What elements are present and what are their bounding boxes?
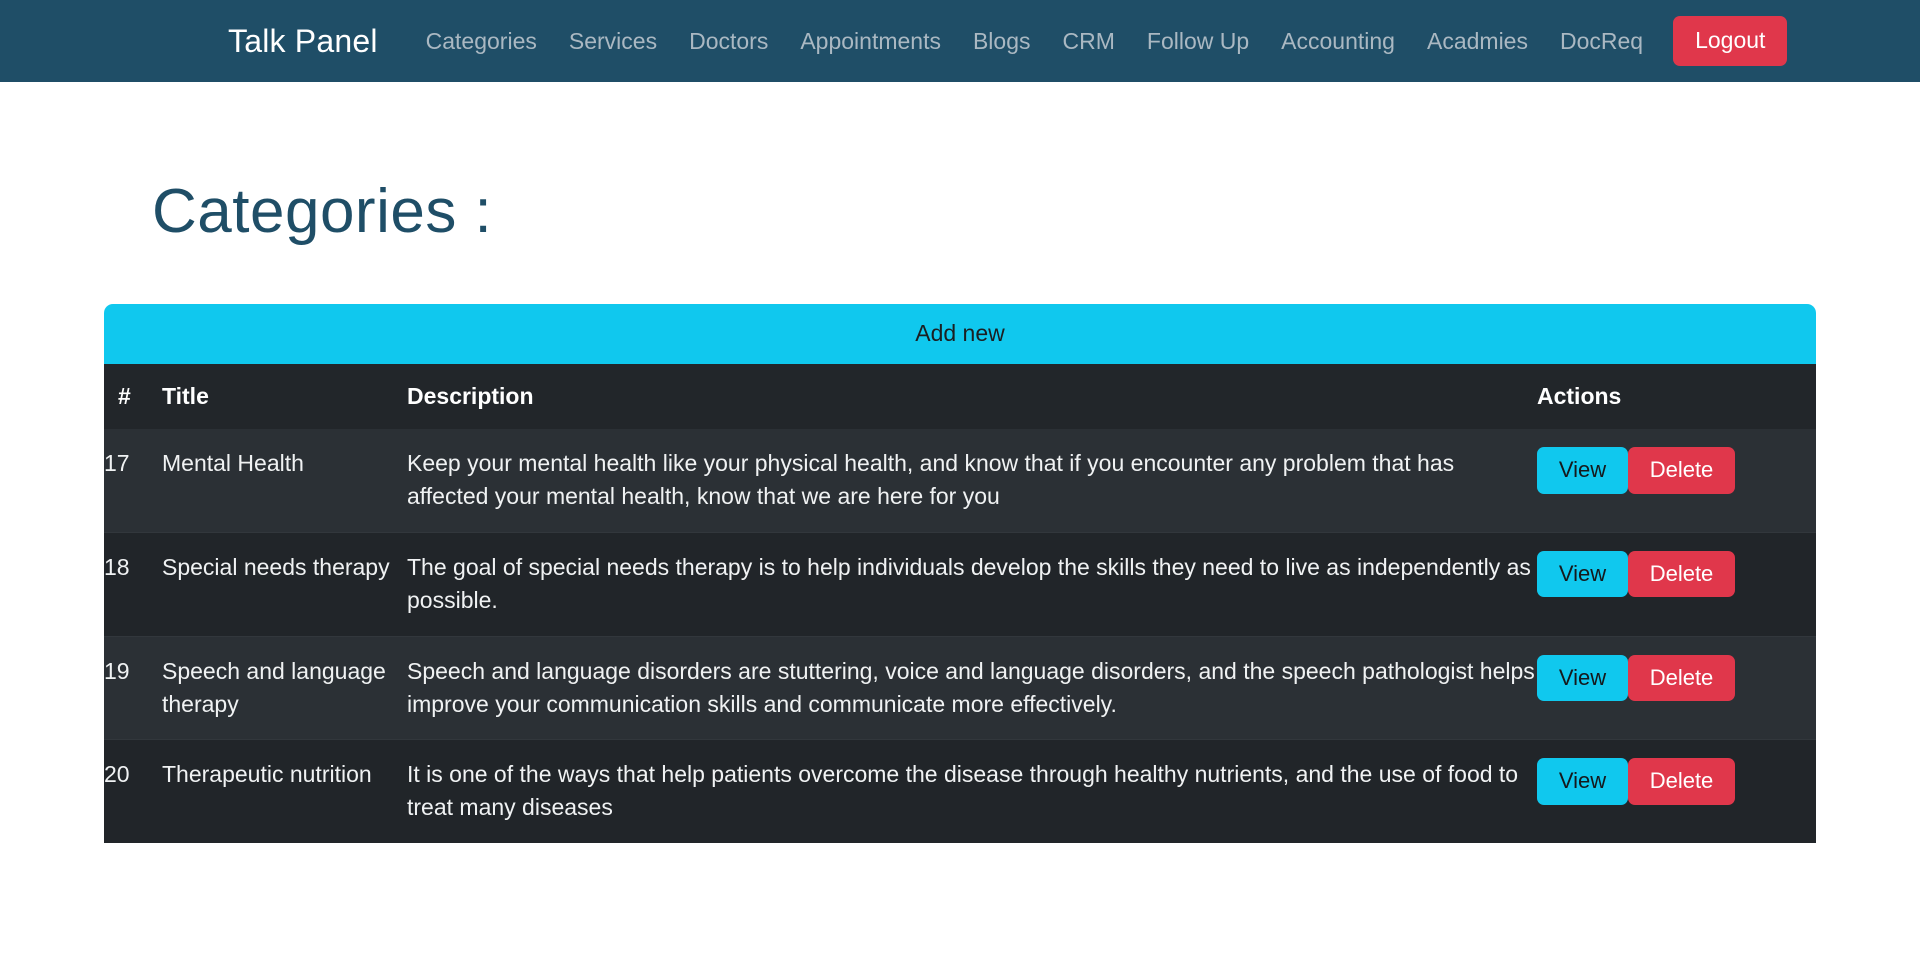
nav-item-services[interactable]: Services: [553, 18, 673, 65]
cell-title: Speech and language therapy: [162, 635, 407, 740]
action-button-group: View Delete: [1537, 758, 1816, 805]
nav-item-blogs[interactable]: Blogs: [957, 18, 1047, 65]
table-row: 18 Special needs therapy The goal of spe…: [104, 531, 1816, 637]
navbar-links: Categories Services Doctors Appointments…: [410, 16, 1788, 66]
cell-description: It is one of the ways that help patients…: [407, 739, 1537, 844]
categories-table: # Title Description Actions 17 Mental He…: [104, 364, 1816, 844]
table-header-row: # Title Description Actions: [104, 364, 1816, 430]
column-header-actions: Actions: [1537, 364, 1816, 430]
column-header-title: Title: [162, 364, 407, 430]
column-header-number: #: [104, 364, 162, 430]
cell-description: Speech and language disorders are stutte…: [407, 635, 1537, 740]
cell-title: Special needs therapy: [162, 531, 407, 637]
cell-number: 18: [104, 531, 162, 637]
cell-description: Keep your mental health like your physic…: [407, 429, 1537, 533]
cell-number: 17: [104, 429, 162, 533]
add-new-button[interactable]: Add new: [104, 304, 1816, 365]
nav-item-acadmies[interactable]: Acadmies: [1411, 18, 1544, 65]
action-button-group: View Delete: [1537, 447, 1816, 494]
logout-button[interactable]: Logout: [1673, 16, 1788, 66]
nav-item-doctors[interactable]: Doctors: [673, 18, 784, 65]
nav-item-docreq[interactable]: DocReq: [1544, 18, 1659, 65]
delete-button[interactable]: Delete: [1628, 654, 1735, 702]
delete-button[interactable]: Delete: [1628, 447, 1735, 494]
cell-description: The goal of special needs therapy is to …: [407, 531, 1537, 637]
delete-button[interactable]: Delete: [1628, 550, 1735, 598]
page-content: Categories : Add new # Title Description…: [0, 82, 1920, 844]
view-button[interactable]: View: [1537, 550, 1628, 598]
nav-item-accounting[interactable]: Accounting: [1265, 18, 1411, 65]
action-button-group: View Delete: [1537, 550, 1816, 598]
cell-actions: View Delete: [1537, 429, 1816, 533]
main-navbar: Talk Panel Categories Services Doctors A…: [0, 0, 1920, 82]
nav-item-follow-up[interactable]: Follow Up: [1131, 18, 1265, 65]
view-button[interactable]: View: [1537, 447, 1628, 494]
cell-number: 19: [104, 635, 162, 740]
cell-title: Therapeutic nutrition: [162, 739, 407, 844]
cell-number: 20: [104, 739, 162, 844]
nav-item-crm[interactable]: CRM: [1047, 18, 1131, 65]
action-button-group: View Delete: [1537, 654, 1816, 702]
table-body: 17 Mental Health Keep your mental health…: [104, 429, 1816, 844]
view-button[interactable]: View: [1537, 654, 1628, 702]
cell-actions: View Delete: [1537, 531, 1816, 637]
delete-button[interactable]: Delete: [1628, 758, 1735, 805]
page-title: Categories :: [152, 177, 493, 246]
nav-item-appointments[interactable]: Appointments: [784, 18, 957, 65]
cell-actions: View Delete: [1537, 739, 1816, 844]
table-header: # Title Description Actions: [104, 364, 1816, 430]
categories-table-container: Add new # Title Description Actions 17 M…: [104, 304, 1816, 844]
cell-title: Mental Health: [162, 429, 407, 533]
brand-logo[interactable]: Talk Panel: [228, 23, 378, 60]
table-row: 19 Speech and language therapy Speech an…: [104, 635, 1816, 740]
column-header-description: Description: [407, 364, 1537, 430]
navbar-inner: Talk Panel Categories Services Doctors A…: [228, 16, 1788, 66]
nav-item-categories[interactable]: Categories: [410, 18, 553, 65]
table-row: 17 Mental Health Keep your mental health…: [104, 429, 1816, 533]
view-button[interactable]: View: [1537, 758, 1628, 805]
cell-actions: View Delete: [1537, 635, 1816, 740]
table-row: 20 Therapeutic nutrition It is one of th…: [104, 739, 1816, 844]
